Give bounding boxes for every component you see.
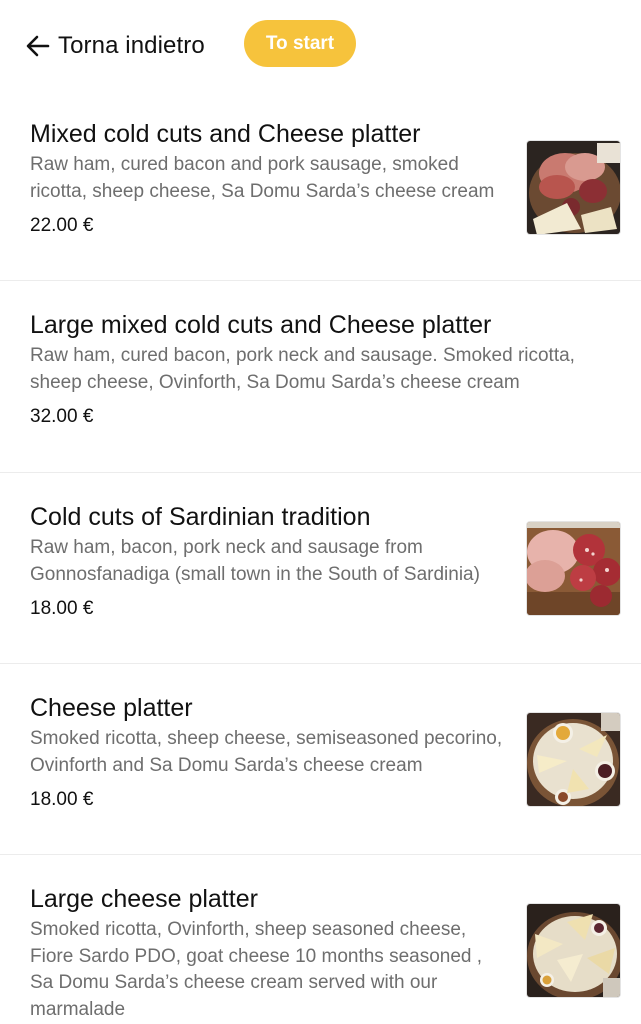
item-photo: [526, 140, 621, 235]
to-start-button[interactable]: To start: [244, 20, 356, 67]
item-description: Raw ham, cured bacon and pork sausage, s…: [30, 154, 495, 202]
menu-item[interactable]: Large mixed cold cuts and Cheese platter…: [0, 281, 641, 473]
item-price: 18.00 €: [30, 789, 94, 810]
item-price: 22.00 €: [30, 215, 94, 236]
item-title: Large cheese platter: [30, 885, 258, 913]
item-title: Large mixed cold cuts and Cheese platter: [30, 311, 492, 339]
item-title: Cheese platter: [30, 694, 193, 722]
back-label: Torna indietro: [58, 32, 205, 59]
item-price: 18.00 €: [30, 598, 94, 619]
item-title: Cold cuts of Sardinian tradition: [30, 503, 371, 531]
item-price: 32.00 €: [30, 406, 94, 427]
menu-item[interactable]: Mixed cold cuts and Cheese platter Raw h…: [0, 90, 641, 281]
item-description: Raw ham, bacon, pork neck and sausage fr…: [30, 537, 480, 585]
menu-item[interactable]: Cheese platter Smoked ricotta, sheep che…: [0, 664, 641, 855]
menu-item[interactable]: Large cheese platter Smoked ricotta, Ovi…: [0, 855, 641, 1023]
item-description: Smoked ricotta, sheep cheese, semiseason…: [30, 728, 503, 776]
item-description: Raw ham, cured bacon, pork neck and saus…: [30, 345, 575, 393]
item-photo: [526, 712, 621, 807]
item-photo: [526, 521, 621, 616]
arrow-left-icon: [24, 32, 52, 60]
item-title: Mixed cold cuts and Cheese platter: [30, 120, 421, 148]
menu-list: Mixed cold cuts and Cheese platter Raw h…: [0, 90, 641, 1023]
item-photo: [526, 903, 621, 998]
item-description: Smoked ricotta, Ovinforth, sheep seasone…: [30, 919, 483, 1020]
top-bar: Torna indietro To start: [0, 0, 641, 90]
menu-item[interactable]: Cold cuts of Sardinian tradition Raw ham…: [0, 473, 641, 664]
back-button[interactable]: Torna indietro: [24, 26, 205, 66]
